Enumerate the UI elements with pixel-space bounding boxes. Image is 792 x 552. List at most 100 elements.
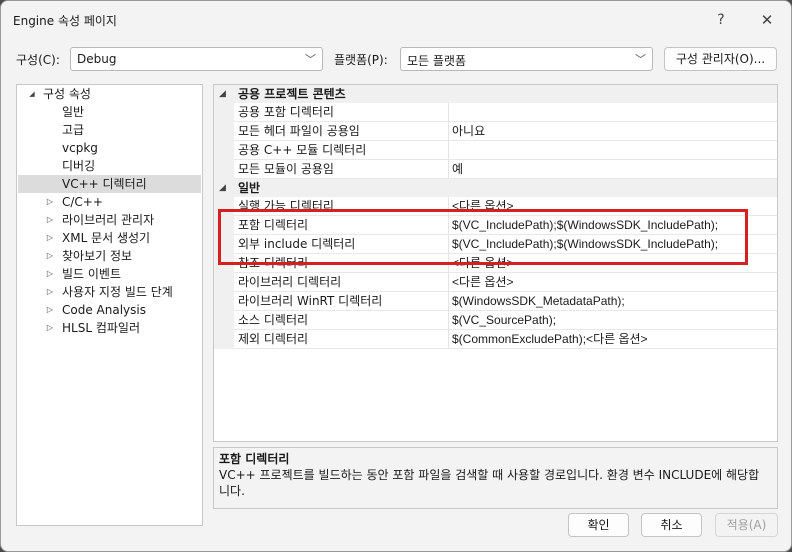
expand-icon[interactable]: ▷ [45,247,55,265]
property-row[interactable]: 라이브러리 디렉터리 <다른 옵션> [214,273,777,292]
tree-item-label: 구성 속성 [43,87,91,101]
expand-icon[interactable]: ▷ [45,211,55,229]
tree-item-label: 라이브러리 관리자 [62,213,155,227]
configuration-label: 구성(C): [16,53,60,67]
property-category[interactable]: ◢ 일반 [214,179,777,197]
property-category[interactable]: ◢ 공용 프로젝트 콘텐츠 [214,85,777,103]
collapse-icon[interactable]: ◢ [219,85,226,103]
tree-item[interactable]: vcpkg [18,139,201,157]
property-row[interactable]: 참조 디렉터리 <다른 옵션> [214,254,777,273]
row-gutter [214,254,234,273]
collapse-icon[interactable]: ◢ [219,179,226,197]
tree-item[interactable]: ▷ HLSL 컴파일러 [18,319,201,337]
row-gutter [214,330,234,349]
property-row[interactable]: 외부 include 디렉터리 $(VC_IncludePath);$(Windo… [214,235,777,254]
property-pages-dialog: Engine 속성 페이지 ? ✕ 구성(C): Debug ﹀ 플랫폼(P):… [0,0,792,552]
property-row[interactable]: 소스 디렉터리 $(VC_SourcePath); [214,311,777,330]
cancel-button[interactable]: 취소 [641,513,702,537]
close-icon[interactable]: ✕ [756,9,778,31]
column-divider [448,160,449,179]
expand-icon[interactable]: ▷ [45,319,55,337]
tree-item-label: 빌드 이벤트 [62,267,122,281]
chevron-down-icon: ﹀ [635,53,646,66]
property-row[interactable]: 포함 디렉터리 $(VC_IncludePath);$(WindowsSDK_In… [214,216,777,235]
configuration-value: Debug [77,52,117,66]
property-name: 제외 디렉터리 [238,332,309,346]
row-gutter [214,122,234,141]
tree-item-configuration-properties[interactable]: ◢ 구성 속성 [18,85,201,103]
tree-item[interactable]: ▷ 사용자 지정 빌드 단계 [18,283,201,301]
category-tree[interactable]: ◢ 구성 속성 일반 고급 vcpkg 디버깅 VC++ 디렉터리 ▷ C/C++ ▷ 라이브러… [16,84,203,526]
column-divider [448,273,449,292]
property-value[interactable]: <다른 옵션> [452,273,514,291]
property-name: 참조 디렉터리 [238,256,309,270]
property-value[interactable]: $(WindowsSDK_MetadataPath); [452,292,625,310]
property-name: 모든 헤더 파일이 공용임 [238,124,360,138]
tree-item[interactable]: ▷ 찾아보기 정보 [18,247,201,265]
help-icon[interactable]: ? [710,9,732,31]
row-gutter [214,141,234,160]
expand-icon[interactable]: ▷ [45,265,55,283]
tree-item-label: 고급 [62,123,85,137]
ok-button[interactable]: 확인 [568,513,629,537]
column-divider [448,141,449,160]
property-grid[interactable]: ◢ 공용 프로젝트 콘텐츠 공용 포함 디렉터리 모든 헤더 파일이 공용임 아니요 공용… [213,84,778,442]
property-name: 실행 가능 디렉터리 [238,199,334,213]
property-value[interactable]: 아니요 [452,122,485,140]
property-value[interactable]: $(CommonExcludePath);<다른 옵션> [452,330,648,348]
property-row[interactable]: 모든 모듈이 공용임 예 [214,160,777,179]
tree-item-label: HLSL 컴파일러 [62,321,140,335]
tree-item[interactable]: ▷ XML 문서 생성기 [18,229,201,247]
row-gutter [214,216,234,235]
tree-item[interactable]: ▷ Code Analysis [18,301,201,319]
apply-button[interactable]: 적용(A) [715,513,778,537]
property-name: 외부 include 디렉터리 [238,237,356,251]
property-row[interactable]: 모든 헤더 파일이 공용임 아니요 [214,122,777,141]
property-row[interactable]: 공용 C++ 모듈 디렉터리 [214,141,777,160]
platform-select[interactable]: 모든 플랫폼 ﹀ [400,47,653,71]
collapse-icon[interactable]: ◢ [27,85,37,103]
property-row[interactable]: 실행 가능 디렉터리 <다른 옵션> [214,197,777,216]
tree-item[interactable]: ▷ C/C++ [18,193,201,211]
tree-item-label: C/C++ [62,195,103,209]
expand-icon[interactable]: ▷ [45,301,55,319]
column-divider [448,292,449,311]
property-name: 라이브러리 디렉터리 [238,275,342,289]
column-divider [448,254,449,273]
property-value[interactable]: <다른 옵션> [452,254,514,272]
property-value[interactable]: $(VC_SourcePath); [452,311,556,329]
category-label: 공용 프로젝트 콘텐츠 [238,87,346,101]
tree-item[interactable]: 디버깅 [18,157,201,175]
property-value[interactable]: $(VC_IncludePath);$(WindowsSDK_IncludePa… [452,216,718,234]
row-gutter [214,197,234,216]
property-row[interactable]: 공용 포함 디렉터리 [214,103,777,122]
property-row[interactable]: 제외 디렉터리 $(CommonExcludePath);<다른 옵션> [214,330,777,349]
tree-item-label: 사용자 지정 빌드 단계 [62,285,173,299]
tree-item[interactable]: 일반 [18,103,201,121]
tree-item[interactable]: 고급 [18,121,201,139]
column-divider [448,330,449,349]
tree-item[interactable]: VC++ 디렉터리 [18,175,201,193]
property-value[interactable]: $(VC_IncludePath);$(WindowsSDK_IncludePa… [452,235,718,253]
property-name: 소스 디렉터리 [238,313,309,327]
expand-icon[interactable]: ▷ [45,193,55,211]
column-divider [448,311,449,330]
configuration-select[interactable]: Debug ﹀ [70,47,323,71]
property-row[interactable]: 라이브러리 WinRT 디렉터리 $(WindowsSDK_MetadataPat… [214,292,777,311]
tree-item[interactable]: ▷ 라이브러리 관리자 [18,211,201,229]
window-title: Engine 속성 페이지 [13,14,117,28]
tree-item-label: 찾아보기 정보 [62,249,133,263]
expand-icon[interactable]: ▷ [45,283,55,301]
tree-item-label: 일반 [62,105,85,119]
tree-item-label: Code Analysis [62,303,146,317]
platform-value: 모든 플랫폼 [407,54,467,68]
description-title: 포함 디렉터리 [219,452,290,466]
property-value[interactable]: 예 [452,160,463,178]
expand-icon[interactable]: ▷ [45,229,55,247]
chevron-down-icon: ﹀ [305,53,316,66]
configuration-manager-button[interactable]: 구성 관리자(O)... [664,47,777,71]
tree-item[interactable]: ▷ 빌드 이벤트 [18,265,201,283]
tree-item-label: 디버깅 [62,159,96,173]
property-name: 라이브러리 WinRT 디렉터리 [238,294,383,308]
property-value[interactable]: <다른 옵션> [452,197,514,215]
